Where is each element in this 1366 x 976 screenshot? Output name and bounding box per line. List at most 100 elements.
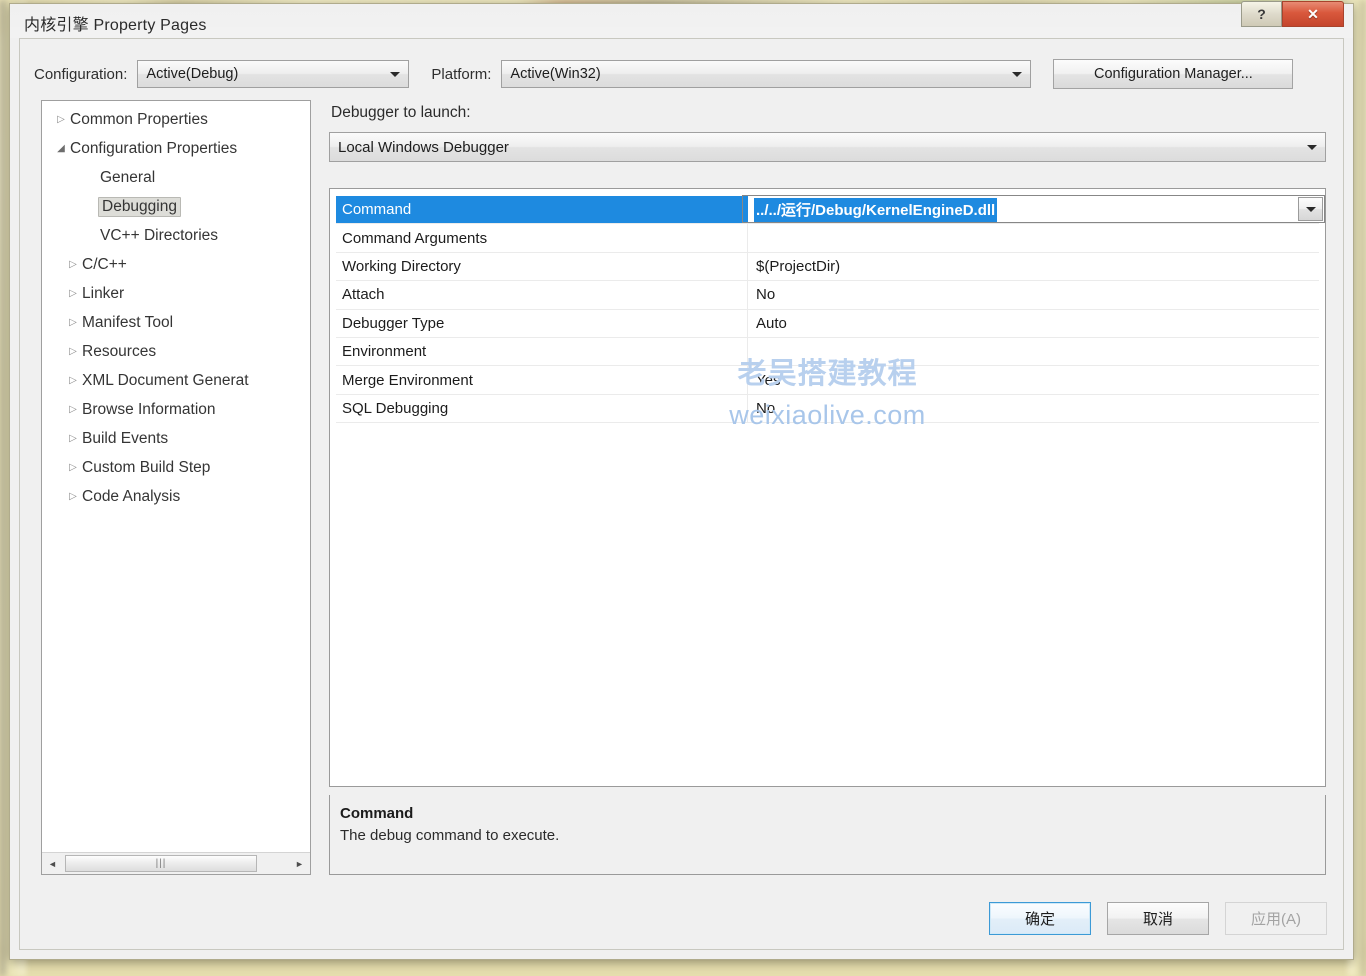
dialog-button-bar: 确定 取消 应用(A) [989,902,1327,935]
platform-label: Platform: [431,65,492,83]
tree-item-label: Linker [82,284,125,302]
scrollbar-thumb[interactable]: ||| [65,855,257,872]
scroll-left-arrow-icon[interactable]: ◄ [42,853,63,874]
title-bar: 内核引擎 Property Pages ? ✕ [10,1,1353,38]
property-row[interactable]: Debugger Type Auto [336,309,1319,338]
property-value[interactable]: Yes [748,366,1319,393]
configuration-label: Configuration: [34,65,128,83]
property-value[interactable]: ../../运行/Debug/KernelEngineD.dll [748,196,1319,223]
triangle-right-icon[interactable] [64,318,82,328]
tree-item-label: XML Document Generat [82,371,249,389]
cancel-button[interactable]: 取消 [1107,902,1209,935]
close-button[interactable]: ✕ [1282,1,1344,27]
chevron-down-icon [1305,206,1316,212]
property-value[interactable] [748,224,1319,251]
triangle-right-icon[interactable] [64,376,82,386]
tree-item-manifest-tool[interactable]: Manifest Tool [42,308,310,337]
tree-horizontal-scrollbar[interactable]: ◄ ||| ► [42,852,310,874]
property-row[interactable]: Command ../../运行/Debug/KernelEngineD.dll [336,196,1319,225]
property-tree: Common Properties Configuration Propertie… [42,105,310,852]
tree-item-label: General [100,168,156,186]
tree-item-label: VC++ Directories [100,226,219,244]
property-row[interactable]: SQL Debugging No [336,394,1319,424]
property-row[interactable]: Command Arguments [336,224,1319,253]
tree-item-label: Build Events [82,429,169,447]
tree-item-build-events[interactable]: Build Events [42,424,310,453]
tree-item-resources[interactable]: Resources [42,337,310,366]
scrollbar-grip-icon: ||| [155,858,167,869]
property-pages-dialog: 内核引擎 Property Pages ? ✕ Configuration: A… [9,1,1354,960]
dialog-body: Configuration: Active(Debug) Platform: A… [19,38,1344,950]
property-tree-pane: Common Properties Configuration Propertie… [41,100,311,875]
tree-item-common-properties[interactable]: Common Properties [42,105,310,134]
tree-item-label: Browse Information [82,400,216,418]
tree-item-label: C/C++ [82,255,127,273]
scroll-right-arrow-icon[interactable]: ► [289,853,310,874]
property-name: Debugger Type [336,309,748,337]
debugger-to-launch-value: Local Windows Debugger [338,138,509,156]
tree-item-label: Common Properties [70,110,208,128]
platform-value: Active(Win32) [510,66,601,82]
property-row[interactable]: Attach No [336,281,1319,310]
tree-item-general[interactable]: General [42,163,310,192]
property-value[interactable]: No [748,281,1319,308]
tree-item-custom-build-step[interactable]: Custom Build Step [42,453,310,482]
property-grid-rows: Command ../../运行/Debug/KernelEngineD.dll C… [336,195,1319,424]
property-row[interactable]: Merge Environment Yes [336,366,1319,395]
configuration-select[interactable]: Active(Debug) [137,60,410,88]
tree-item-browse-information[interactable]: Browse Information [42,395,310,424]
property-name: Command Arguments [336,224,748,252]
property-row[interactable]: Working Directory $(ProjectDir) [336,252,1319,282]
property-name: Environment [336,337,748,366]
tree-item-c-c[interactable]: C/C++ [42,250,310,279]
triangle-right-icon[interactable] [64,405,82,415]
property-name: Working Directory [336,252,748,281]
tree-item-configuration-properties[interactable]: Configuration Properties [42,134,310,163]
tree-item-label: Resources [82,342,157,360]
tree-item-label: Debugging [98,196,181,217]
configuration-value: Active(Debug) [146,66,239,82]
triangle-right-icon[interactable] [64,463,82,473]
triangle-right-icon[interactable] [52,115,70,125]
tree-item-linker[interactable]: Linker [42,279,310,308]
property-value[interactable]: No [748,395,1319,422]
debugger-to-launch-label: Debugger to launch: [331,104,471,121]
chevron-down-icon [1307,145,1317,150]
property-name: SQL Debugging [336,394,748,423]
triangle-right-icon[interactable] [64,260,82,270]
description-title: Command [340,805,414,822]
tree-item-code-analysis[interactable]: Code Analysis [42,482,310,511]
tree-item-label: Custom Build Step [82,458,211,476]
triangle-down-icon[interactable] [52,144,70,154]
tree-item-vc-directories[interactable]: VC++ Directories [42,221,310,250]
command-dropdown-button[interactable] [1298,197,1323,221]
ok-button[interactable]: 确定 [989,902,1091,935]
property-value-selected-text: ../../运行/Debug/KernelEngineD.dll [756,197,996,222]
window-title: 内核引擎 Property Pages [24,17,207,34]
chevron-down-icon [390,72,401,77]
tree-item-debugging[interactable]: Debugging [42,192,310,221]
property-name: Merge Environment [336,366,748,394]
property-value[interactable]: $(ProjectDir) [748,253,1319,280]
window-controls: ? ✕ [1241,1,1344,27]
property-value[interactable] [748,338,1319,365]
chevron-down-icon [1012,72,1023,77]
platform-select[interactable]: Active(Win32) [501,60,1032,88]
triangle-right-icon[interactable] [64,434,82,444]
tree-item-label: Configuration Properties [70,139,238,157]
tree-item-label: Manifest Tool [82,313,174,331]
apply-button: 应用(A) [1225,902,1327,935]
triangle-right-icon[interactable] [64,289,82,299]
configuration-bar: Configuration: Active(Debug) Platform: A… [34,59,1329,89]
property-row[interactable]: Environment [336,337,1319,367]
configuration-manager-button[interactable]: Configuration Manager... [1053,59,1294,89]
property-value[interactable]: Auto [748,310,1319,337]
help-button[interactable]: ? [1241,1,1282,27]
triangle-right-icon[interactable] [64,492,82,502]
tree-item-xml-document-generat[interactable]: XML Document Generat [42,366,310,395]
property-grid: Command ../../运行/Debug/KernelEngineD.dll C… [329,188,1326,787]
property-name: Command [336,196,748,224]
description-panel: Command The debug command to execute. [329,795,1326,875]
triangle-right-icon[interactable] [64,347,82,357]
debugger-to-launch-select[interactable]: Local Windows Debugger [329,132,1326,162]
